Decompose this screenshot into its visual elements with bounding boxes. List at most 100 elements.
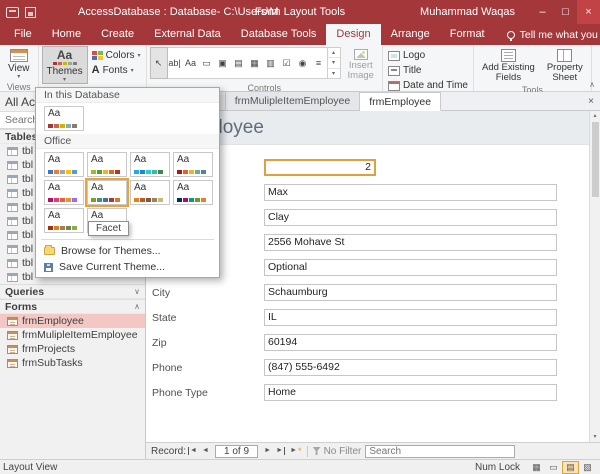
form-icon [7, 317, 18, 326]
ribbon-tab[interactable]: External Data [144, 24, 231, 45]
scroll-thumb[interactable] [592, 122, 599, 197]
field-list-icon [501, 49, 516, 62]
scroll-up-button[interactable]: ▴ [593, 111, 596, 121]
ribbon-tab[interactable]: Create [91, 24, 144, 45]
theme-thumbnail[interactable]: Aa [44, 208, 84, 233]
ribbon-tab[interactable]: Arrange [381, 24, 440, 45]
field-value-box[interactable]: Home [264, 384, 557, 401]
field-value-box[interactable]: Schaumburg [264, 284, 557, 301]
view-button[interactable]: View ▾ [3, 46, 35, 81]
ribbon-tab-strip: FileHomeCreateExternal DataDatabase Tool… [0, 24, 600, 45]
check-box-icon[interactable]: ☑ [279, 48, 295, 78]
minimize-button[interactable]: – [531, 0, 554, 24]
save-theme-item[interactable]: Save Current Theme... [36, 259, 219, 275]
layout-view-button[interactable]: ▤ [562, 461, 579, 474]
navigation-control-icon[interactable]: ▥ [263, 48, 279, 78]
ribbon-tab[interactable]: Home [42, 24, 91, 45]
theme-thumbnail[interactable]: Aa [87, 180, 127, 205]
title-button[interactable]: Title [386, 64, 470, 77]
theme-thumbnail[interactable]: Aa [130, 152, 170, 177]
section-queries[interactable]: Queries ∨ [0, 284, 145, 299]
theme-thumbnail[interactable]: Aa [87, 152, 127, 177]
field-value-box[interactable]: IL [264, 309, 557, 326]
first-record-button[interactable]: ◄ [186, 445, 199, 458]
property-sheet-button[interactable]: Property Sheet [542, 46, 588, 84]
current-theme-thumbnail[interactable]: Aa [44, 106, 84, 131]
theme-thumbnail[interactable]: Aa [173, 180, 213, 205]
theme-thumbnail[interactable]: Aa [130, 180, 170, 205]
theme-color-strip [134, 198, 166, 202]
theme-thumbnail[interactable]: Aa [44, 152, 84, 177]
colors-button[interactable]: Colors ▾ [90, 49, 143, 62]
form-item[interactable]: frmSubTasks [0, 356, 145, 370]
field-label: Zip [152, 337, 264, 349]
table-icon [7, 189, 18, 198]
web-browser-control-icon[interactable]: ▦ [247, 48, 263, 78]
design-view-button[interactable]: ▧ [579, 461, 596, 474]
add-existing-fields-button[interactable]: Add Existing Fields [477, 46, 540, 84]
controls-group: ↖ab|Aa▭▣▤▦▥☑◉≡ ▴ ▾ ▾ Insert Image Contro… [147, 45, 383, 91]
maximize-button[interactable]: □ [554, 0, 577, 24]
insert-image-button[interactable]: Insert Image [343, 46, 379, 82]
save-icon[interactable] [25, 7, 36, 18]
scroll-down-button[interactable]: ▾ [593, 432, 596, 442]
status-view-label: Layout View [3, 462, 57, 473]
last-record-button[interactable]: ► [274, 445, 287, 458]
record-position: 1 of 9 [215, 445, 258, 458]
vertical-scrollbar[interactable]: ▴ ▾ [589, 111, 600, 442]
form-view-button[interactable]: ▭ [545, 461, 562, 474]
collapse-ribbon-button[interactable]: ∧ [589, 80, 595, 89]
themes-button[interactable]: Aa Themes ▾ [42, 46, 88, 84]
select-icon[interactable]: ↖ [151, 48, 167, 78]
next-record-button[interactable]: ► [261, 445, 274, 458]
ribbon-tab[interactable]: File [4, 24, 42, 45]
form-item[interactable]: frmEmployee [0, 314, 145, 328]
theme-thumbnail[interactable]: Aa [173, 152, 213, 177]
logo-button[interactable]: Logo [386, 49, 470, 62]
hyperlink-icon[interactable]: ▤ [231, 48, 247, 78]
fonts-button[interactable]: A Fonts ▾ [90, 64, 143, 77]
date-time-button[interactable]: Date and Time [386, 79, 470, 92]
field-value-box[interactable]: Max [264, 184, 557, 201]
theme-color-strip [48, 226, 80, 230]
text-box-icon[interactable]: ab| [167, 48, 183, 78]
option-button-icon[interactable]: ◉ [295, 48, 311, 78]
field-value-box[interactable]: (847) 555-6492 [264, 359, 557, 376]
gallery-scroll-down[interactable]: ▾ [328, 57, 340, 67]
document-tab[interactable]: frmEmployee [360, 92, 441, 111]
close-object-icon[interactable]: × [582, 96, 600, 107]
form-field-row: Phone (847) 555-6492 [152, 355, 589, 380]
tell-me-label: Tell me what you want to do [520, 29, 600, 41]
tab-control-icon[interactable]: ▣ [215, 48, 231, 78]
label-icon[interactable]: Aa [183, 48, 199, 78]
list-box-icon[interactable]: ≡ [311, 48, 327, 78]
user-name[interactable]: Muhammad Waqas [420, 6, 515, 18]
datasheet-view-button[interactable]: ▦ [528, 461, 545, 474]
record-search-input[interactable] [365, 445, 515, 458]
field-value-box[interactable]: 2556 Mohave St [264, 234, 557, 251]
field-value-box[interactable]: Optional [264, 259, 557, 276]
ribbon-tab[interactable]: Design [326, 24, 380, 45]
ribbon-tab[interactable]: Format [440, 24, 495, 45]
theme-thumbnail[interactable]: Aa [44, 180, 84, 205]
title-bar: AccessDatabase : Database- C:\Users\Mu..… [0, 0, 600, 24]
window-title: AccessDatabase : Database- C:\Users\Mu..… [78, 6, 278, 18]
gallery-more-button[interactable]: ▾ [328, 68, 340, 78]
tell-me-box[interactable]: Tell me what you want to do [507, 24, 600, 45]
field-value-box[interactable]: 2 [264, 159, 376, 176]
ribbon-tab[interactable]: Database Tools [231, 24, 327, 45]
command-button-icon[interactable]: ▭ [199, 48, 215, 78]
previous-record-button[interactable]: ◄ [199, 445, 212, 458]
num-lock-indicator: Num Lock [475, 462, 520, 473]
document-tab[interactable]: frmMulipleItemEmployee [226, 91, 361, 110]
theme-color-strip [48, 170, 80, 174]
gallery-scroll-up[interactable]: ▴ [328, 48, 340, 57]
form-item[interactable]: frmPro­jects [0, 342, 145, 356]
form-item[interactable]: frmMulipleItemEmployee [0, 328, 145, 342]
section-forms[interactable]: Forms ∧ [0, 299, 145, 314]
field-value-box[interactable]: Clay [264, 209, 557, 226]
no-filter-indicator[interactable]: No Filter [313, 446, 362, 457]
field-value-box[interactable]: 60194 [264, 334, 557, 351]
close-button[interactable]: × [577, 0, 600, 24]
browse-themes-item[interactable]: Browse for Themes... [36, 243, 219, 259]
